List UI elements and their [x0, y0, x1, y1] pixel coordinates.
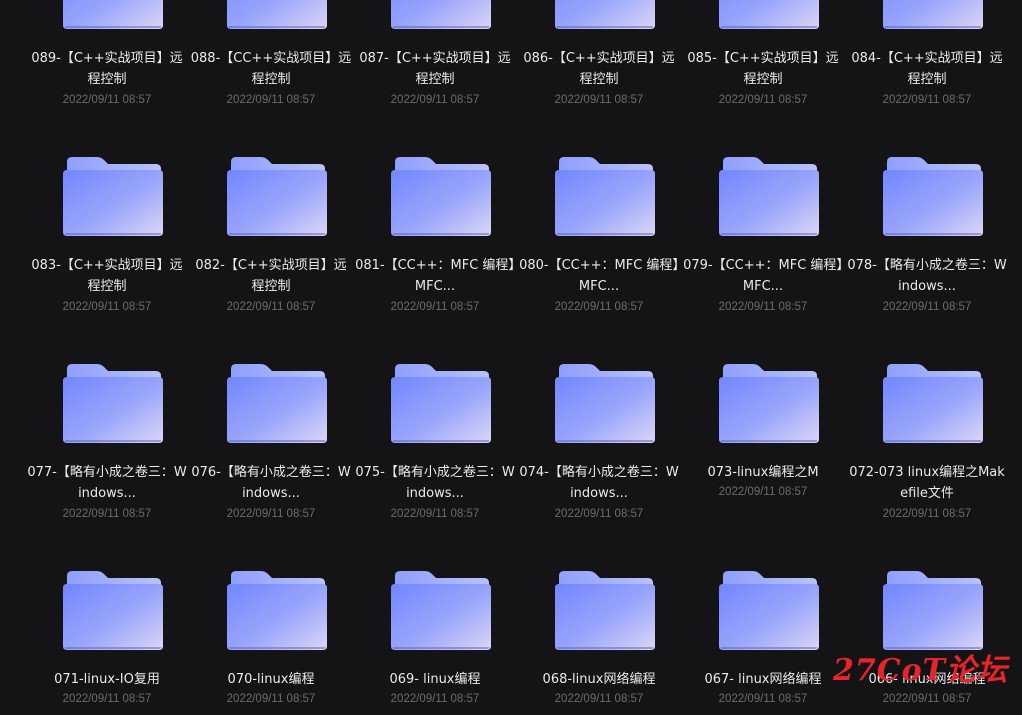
- folder-icon: [389, 570, 493, 654]
- folder-name: 076-【略有小成之卷三：Windows...: [191, 465, 351, 501]
- folder-date: 2022/09/11 08:57: [226, 693, 316, 705]
- folder-date: 2022/09/11 08:57: [226, 301, 316, 313]
- folder-icon: [717, 0, 821, 33]
- folder-icon: [881, 156, 985, 240]
- folder-name: 069- linux编程: [389, 672, 481, 687]
- folder-date: 2022/09/11 08:57: [718, 301, 808, 313]
- folder-date: 2022/09/11 08:57: [554, 301, 644, 313]
- folder-icon: [225, 570, 329, 654]
- folder-date: 2022/09/11 08:57: [882, 508, 972, 520]
- folder-date: 2022/09/11 08:57: [554, 94, 644, 106]
- folder-date: 2022/09/11 08:57: [390, 508, 480, 520]
- folder-date: 2022/09/11 08:57: [718, 693, 808, 705]
- folder-name: 071-linux-IO复用: [54, 672, 160, 687]
- folder-name: 079-【CC++：MFC 编程】MFC...: [683, 258, 843, 294]
- folder-icon: [389, 363, 493, 447]
- folder-date: 2022/09/11 08:57: [390, 94, 480, 106]
- folder-date: 2022/09/11 08:57: [718, 94, 808, 106]
- folder-icon: [881, 570, 985, 654]
- folder-name: 068-linux网络编程: [542, 672, 656, 687]
- folder-name: 088-【CC++实战项目】远程控制: [190, 51, 352, 87]
- folder-date: 2022/09/11 08:57: [226, 508, 316, 520]
- folder-icon: [717, 363, 821, 447]
- folder-name: 087-【C++实战项目】远程控制: [359, 51, 511, 87]
- folder-name: 083-【C++实战项目】远程控制: [31, 258, 183, 294]
- folder-icon: [717, 156, 821, 240]
- folder-date: 2022/09/11 08:57: [882, 94, 972, 106]
- folder-name: 086-【C++实战项目】远程控制: [523, 51, 675, 87]
- folder-date: 2022/09/11 08:57: [554, 508, 644, 520]
- file-grid: 089-【C++实战项目】远程控制 2022/09/11 08:57 088-【…: [0, 0, 1022, 715]
- folder-date: 2022/09/11 08:57: [62, 94, 152, 106]
- folder-icon: [389, 0, 493, 33]
- folder-name: 066- linux网络编程: [868, 672, 986, 687]
- folder-name: 085-【C++实战项目】远程控制: [687, 51, 839, 87]
- folder-icon: [553, 0, 657, 33]
- folder-icon: [225, 363, 329, 447]
- folder-name: 067- linux网络编程: [704, 672, 822, 687]
- folder-icon: [389, 156, 493, 240]
- folder-icon: [61, 570, 165, 654]
- folder-date: 2022/09/11 08:57: [882, 693, 972, 705]
- folder-icon: [61, 363, 165, 447]
- folder-name: 078-【略有小成之卷三：Windows...: [847, 258, 1007, 294]
- folder-icon: [717, 570, 821, 654]
- folder-date: 2022/09/11 08:57: [390, 693, 480, 705]
- folder-name: 070-linux编程: [227, 672, 315, 687]
- folder-name: 077-【略有小成之卷三：Windows...: [27, 465, 187, 501]
- folder-date: 2022/09/11 08:57: [62, 508, 152, 520]
- folder-name: 072-073 linux编程之Makefile文件: [849, 465, 1005, 501]
- folder-date: 2022/09/11 08:57: [554, 693, 644, 705]
- folder-date: 2022/09/11 08:57: [62, 693, 152, 705]
- folder-icon: [225, 0, 329, 33]
- folder-name: 089-【C++实战项目】远程控制: [31, 51, 183, 87]
- folder-name: 080-【CC++：MFC 编程】MFC...: [519, 258, 679, 294]
- folder-icon: [553, 570, 657, 654]
- folder-name: 075-【略有小成之卷三：Windows...: [355, 465, 515, 501]
- folder-icon: [61, 0, 165, 33]
- folder-icon: [881, 0, 985, 33]
- folder-date: 2022/09/11 08:57: [62, 301, 152, 313]
- folder-icon: [553, 363, 657, 447]
- folder-name: 073-linux编程之M: [707, 465, 819, 480]
- folder-icon: [61, 156, 165, 240]
- folder-name: 081-【CC++：MFC 编程】MFC...: [355, 258, 515, 294]
- folder-date: 2022/09/11 08:57: [390, 301, 480, 313]
- folder-name: 084-【C++实战项目】远程控制: [851, 51, 1003, 87]
- folder-icon: [881, 363, 985, 447]
- folder-name: 074-【略有小成之卷三：Windows...: [519, 465, 679, 501]
- folder-date: 2022/09/11 08:57: [718, 486, 808, 498]
- folder-name: 082-【C++实战项目】远程控制: [195, 258, 347, 294]
- folder-icon: [225, 156, 329, 240]
- folder-icon: [553, 156, 657, 240]
- folder-date: 2022/09/11 08:57: [226, 94, 316, 106]
- folder-date: 2022/09/11 08:57: [882, 301, 972, 313]
